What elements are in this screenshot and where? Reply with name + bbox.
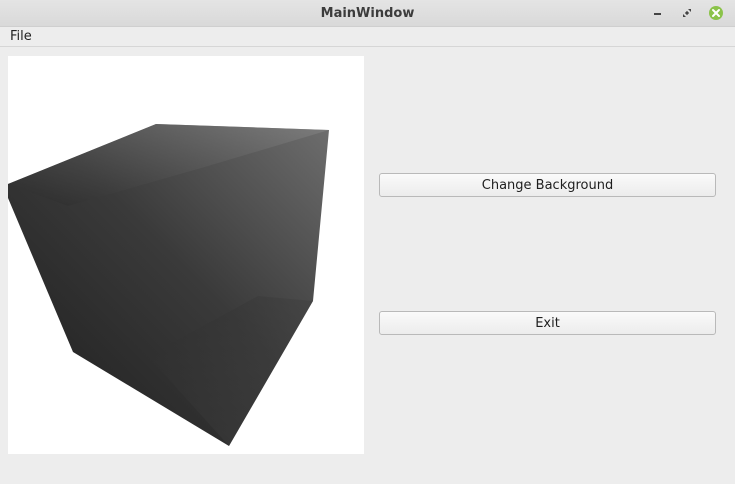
change-background-button[interactable]: Change Background: [379, 173, 716, 197]
menu-bar: File: [0, 27, 735, 47]
opengl-viewport[interactable]: [8, 56, 364, 454]
minimize-icon: [654, 13, 661, 15]
title-bar: MainWindow: [0, 0, 735, 27]
maximize-button[interactable]: [678, 4, 696, 22]
menu-file[interactable]: File: [9, 29, 33, 44]
close-button[interactable]: [707, 4, 725, 22]
minimize-button[interactable]: [649, 4, 667, 22]
window-title: MainWindow: [320, 6, 415, 21]
close-icon: [709, 6, 723, 20]
cube-render: [8, 124, 329, 446]
maximize-icon: [683, 9, 691, 17]
exit-button[interactable]: Exit: [379, 311, 716, 335]
